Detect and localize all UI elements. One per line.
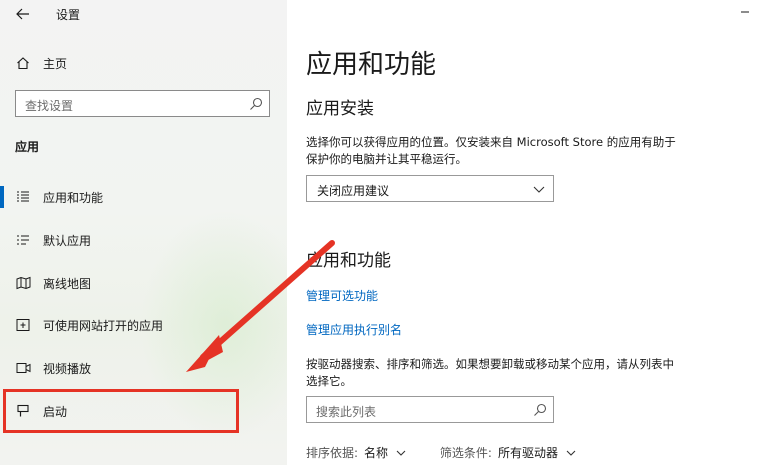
install-description-line1: 选择你可以获得应用的位置。仅安装来自 Microsoft Store 的应用有助… [306,135,676,149]
sort-filter-row: 排序依据: 名称 筛选条件: 所有驱动器 [306,444,576,461]
annotation-highlight-box [3,389,239,433]
sort-dropdown[interactable]: 名称 [364,444,406,461]
filter-value: 所有驱动器 [497,446,558,460]
sidebar-item-home[interactable]: 主页 [0,46,287,80]
install-source-dropdown[interactable]: 关闭应用建议 [306,175,554,202]
sidebar-item-default-apps[interactable]: 默认应用 [0,223,287,257]
search-placeholder: 搜索此列表 [316,405,377,419]
app-list-search-input[interactable]: 搜索此列表 [306,396,554,423]
dropdown-value: 关闭应用建议 [317,184,390,198]
sort-label: 排序依据: [306,446,359,460]
default-apps-icon [15,232,31,248]
close-icon[interactable] [739,6,751,18]
search-placeholder: 查找设置 [25,99,74,113]
section-heading: 应用 [15,140,40,154]
install-heading: 应用安装 [306,99,374,119]
sidebar-item-video-playback[interactable]: 视频播放 [0,351,287,385]
chevron-down-icon [396,450,406,456]
chevron-down-icon [566,450,576,456]
apps-heading: 应用和功能 [306,251,391,271]
main-panel: 应用和功能 应用安装 选择你可以获得应用的位置。仅安装来自 Microsoft … [287,0,759,465]
sidebar-item-label: 离线地图 [43,276,92,291]
settings-search-input[interactable]: 查找设置 [15,90,270,117]
filter-dropdown[interactable]: 所有驱动器 [498,444,576,461]
sort-value: 名称 [364,446,389,460]
manage-optional-features-link[interactable]: 管理可选功能 [306,287,378,304]
sidebar-item-apps-features[interactable]: 应用和功能 [0,180,287,214]
home-icon [15,55,31,71]
page-title: 应用和功能 [306,50,437,80]
list-icon [15,189,31,205]
settings-sidebar: 设置 主页 查找设置 应用 应用和功能 默认应用 离线地图 可使用网站打开的应用… [0,0,287,465]
back-arrow-icon [16,8,29,20]
video-icon [15,360,31,376]
filter-label: 筛选条件: [439,446,492,460]
chevron-down-icon [533,186,545,193]
search-icon [250,97,263,110]
sidebar-item-label: 视频播放 [43,361,92,376]
search-icon [534,403,547,416]
sidebar-item-web-apps[interactable]: 可使用网站打开的应用 [0,308,287,342]
back-button[interactable] [12,3,34,25]
sidebar-item-label: 可使用网站打开的应用 [43,318,164,333]
web-app-icon [15,317,31,333]
window-title: 设置 [56,8,81,22]
search-description-line2: 选择它。 [306,374,352,388]
manage-app-aliases-link[interactable]: 管理应用执行别名 [306,321,402,338]
search-description-line1: 按驱动器搜索、排序和筛选。如果想要卸载或移动某个应用，请从列表中 [306,357,674,371]
sidebar-item-label: 应用和功能 [43,190,104,205]
sidebar-item-label: 主页 [43,56,68,71]
map-icon [15,275,31,291]
sidebar-item-offline-maps[interactable]: 离线地图 [0,266,287,300]
sidebar-item-label: 默认应用 [43,233,92,248]
install-description-line2: 保护你的电脑并让其平稳运行。 [306,152,467,166]
